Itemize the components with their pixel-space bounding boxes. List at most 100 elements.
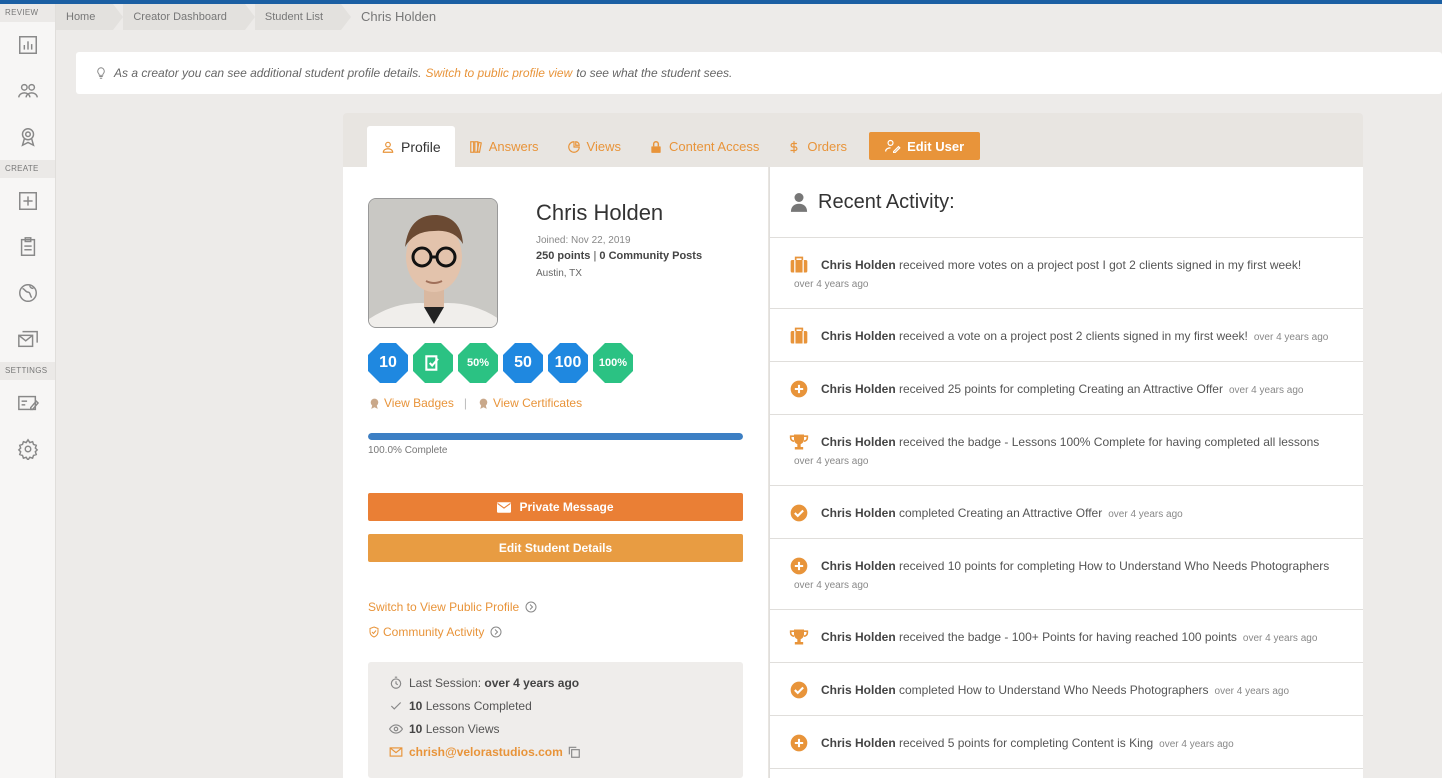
sidebar: REVIEW CREATE SETTINGS (0, 4, 56, 778)
lessons-completed-label: Lessons Completed (425, 699, 532, 713)
user-silhouette-icon (790, 193, 808, 212)
activity-item: Chris Holden received the badge - Lesson… (770, 415, 1363, 486)
edit-student-details-button[interactable]: Edit Student Details (368, 534, 743, 562)
activity-item: Chris Holden received the badge - 100+ P… (770, 610, 1363, 663)
activity-item: Chris Holden received 10 points for comp… (770, 539, 1363, 610)
switch-public-view-link[interactable]: Switch to public profile view (426, 66, 573, 80)
badge-100-points[interactable]: 100 (548, 343, 588, 383)
activity-text: Chris Holden received the badge - 100+ P… (821, 630, 1318, 644)
course-progress-bar (368, 433, 743, 440)
activity-text: Chris Holden received the badge - Lesson… (821, 435, 1320, 449)
sidebar-item-badges[interactable] (0, 114, 55, 160)
course-progress-fill (368, 433, 743, 440)
view-badges-link[interactable]: View Badges (368, 396, 454, 410)
view-certificates-link[interactable]: View Certificates (477, 396, 582, 410)
recent-activity-header: Recent Activity: (770, 167, 1363, 238)
notice-text: As a creator you can see additional stud… (114, 66, 422, 80)
tab-content-access[interactable]: Content Access (635, 126, 773, 167)
badge-100-percent[interactable]: 100% (593, 343, 633, 383)
copy-icon[interactable] (567, 745, 581, 759)
activity-text: Chris Holden completed Creating an Attra… (821, 506, 1183, 520)
activity-time: over 4 years ago (794, 456, 869, 467)
plus-circle-icon (789, 379, 809, 399)
view-badges-label: View Badges (384, 396, 454, 410)
badge-50-points[interactable]: 50 (503, 343, 543, 383)
eye-icon (389, 724, 403, 734)
activity-user-name[interactable]: Chris Holden (821, 683, 896, 697)
check-circle-icon (789, 680, 809, 700)
bar-chart-icon (18, 36, 37, 54)
view-certificates-label: View Certificates (492, 396, 583, 410)
breadcrumb-student-list[interactable]: Student List (254, 4, 352, 30)
activity-time: over 4 years ago (1108, 509, 1183, 520)
sidebar-item-site[interactable] (0, 270, 55, 316)
plus-square-icon (18, 192, 37, 210)
activity-user-name[interactable]: Chris Holden (821, 506, 896, 520)
activity-text: Chris Holden completed How to Understand… (821, 683, 1290, 697)
activity-user-name[interactable]: Chris Holden (821, 435, 896, 449)
notice-text-after: to see what the student sees. (576, 66, 733, 80)
profile-card: Profile Answers Views Content Access Ord… (343, 113, 1363, 778)
activity-item: Chris Holden received 5 points for compl… (770, 716, 1363, 769)
clipboard-icon (20, 237, 35, 256)
sidebar-section-review: REVIEW (0, 4, 55, 22)
sidebar-item-lessons[interactable] (0, 224, 55, 270)
student-email[interactable]: chrish@velorastudios.com (389, 745, 587, 759)
globe-icon (18, 284, 37, 302)
recent-activity-title: Recent Activity: (818, 190, 955, 213)
sidebar-item-payments[interactable] (0, 380, 55, 426)
profile-panel: Chris Holden Joined: Nov 22, 2019 250 po… (343, 167, 768, 778)
email-value: chrish@velorastudios.com (409, 745, 563, 759)
activity-item: Chris Holden completed How to Understand… (770, 663, 1363, 716)
private-message-label: Private Message (519, 500, 614, 514)
tab-content-access-label: Content Access (669, 139, 760, 154)
sidebar-item-settings[interactable] (0, 426, 55, 472)
briefcase-icon (789, 255, 809, 275)
tab-profile[interactable]: Profile (367, 126, 455, 167)
activity-text: Chris Holden received 10 points for comp… (821, 559, 1330, 573)
lesson-views-count: 10 (409, 722, 423, 736)
activity-user-name[interactable]: Chris Holden (821, 258, 896, 272)
badge-10-lessons[interactable]: 10 (368, 343, 408, 383)
award-icon (20, 128, 35, 147)
edit-user-button[interactable]: Edit User (869, 132, 981, 160)
activity-item: Chris Holden received 25 points for comp… (770, 362, 1363, 415)
sidebar-item-students[interactable] (0, 68, 55, 114)
badge-50-percent[interactable]: 50% (458, 343, 498, 383)
private-message-button[interactable]: Private Message (368, 493, 743, 521)
community-activity-link[interactable]: Community Activity (368, 625, 502, 639)
books-icon (469, 140, 482, 153)
activity-time: over 4 years ago (1228, 385, 1304, 396)
sidebar-item-reports[interactable] (0, 22, 55, 68)
switch-public-profile-link[interactable]: Switch to View Public Profile (368, 600, 537, 614)
activity-text: Chris Holden received 25 points for comp… (821, 382, 1304, 396)
activity-item: Chris Holden completed Creating an Attra… (770, 486, 1363, 539)
activity-text: Chris Holden received a vote on a projec… (821, 329, 1329, 343)
tab-views[interactable]: Views (553, 126, 635, 167)
activity-item: Chris Holden received a vote on a projec… (770, 309, 1363, 362)
avatar (368, 198, 498, 328)
gear-icon (17, 438, 38, 460)
badge-list: 10 50% 50 100 100% (368, 343, 633, 383)
mail-stack-icon (17, 330, 38, 348)
activity-user-name[interactable]: Chris Holden (821, 559, 896, 573)
sidebar-item-messages[interactable] (0, 316, 55, 362)
sidebar-item-add[interactable] (0, 178, 55, 224)
avatar-image (369, 199, 497, 327)
activity-user-name[interactable]: Chris Holden (821, 630, 896, 644)
activity-user-name[interactable]: Chris Holden (821, 736, 896, 750)
activity-text: Chris Holden received 5 points for compl… (821, 736, 1234, 750)
stopwatch-icon (390, 676, 402, 689)
activity-user-name[interactable]: Chris Holden (821, 329, 896, 343)
breadcrumb-creator-dashboard[interactable]: Creator Dashboard (123, 4, 255, 30)
tab-orders[interactable]: Orders (773, 126, 861, 167)
tab-answers[interactable]: Answers (455, 126, 553, 167)
sidebar-section-settings: SETTINGS (0, 362, 55, 380)
activity-user-name[interactable]: Chris Holden (821, 382, 896, 396)
lessons-completed-count: 10 (409, 699, 423, 713)
breadcrumb-home[interactable]: Home (56, 4, 124, 30)
activity-time: over 4 years ago (794, 580, 869, 591)
activity-item: Chris Holden received more votes on a pr… (770, 238, 1363, 309)
lessons-completed: 10 Lessons Completed (389, 699, 532, 713)
badge-lesson-complete[interactable] (413, 343, 453, 383)
